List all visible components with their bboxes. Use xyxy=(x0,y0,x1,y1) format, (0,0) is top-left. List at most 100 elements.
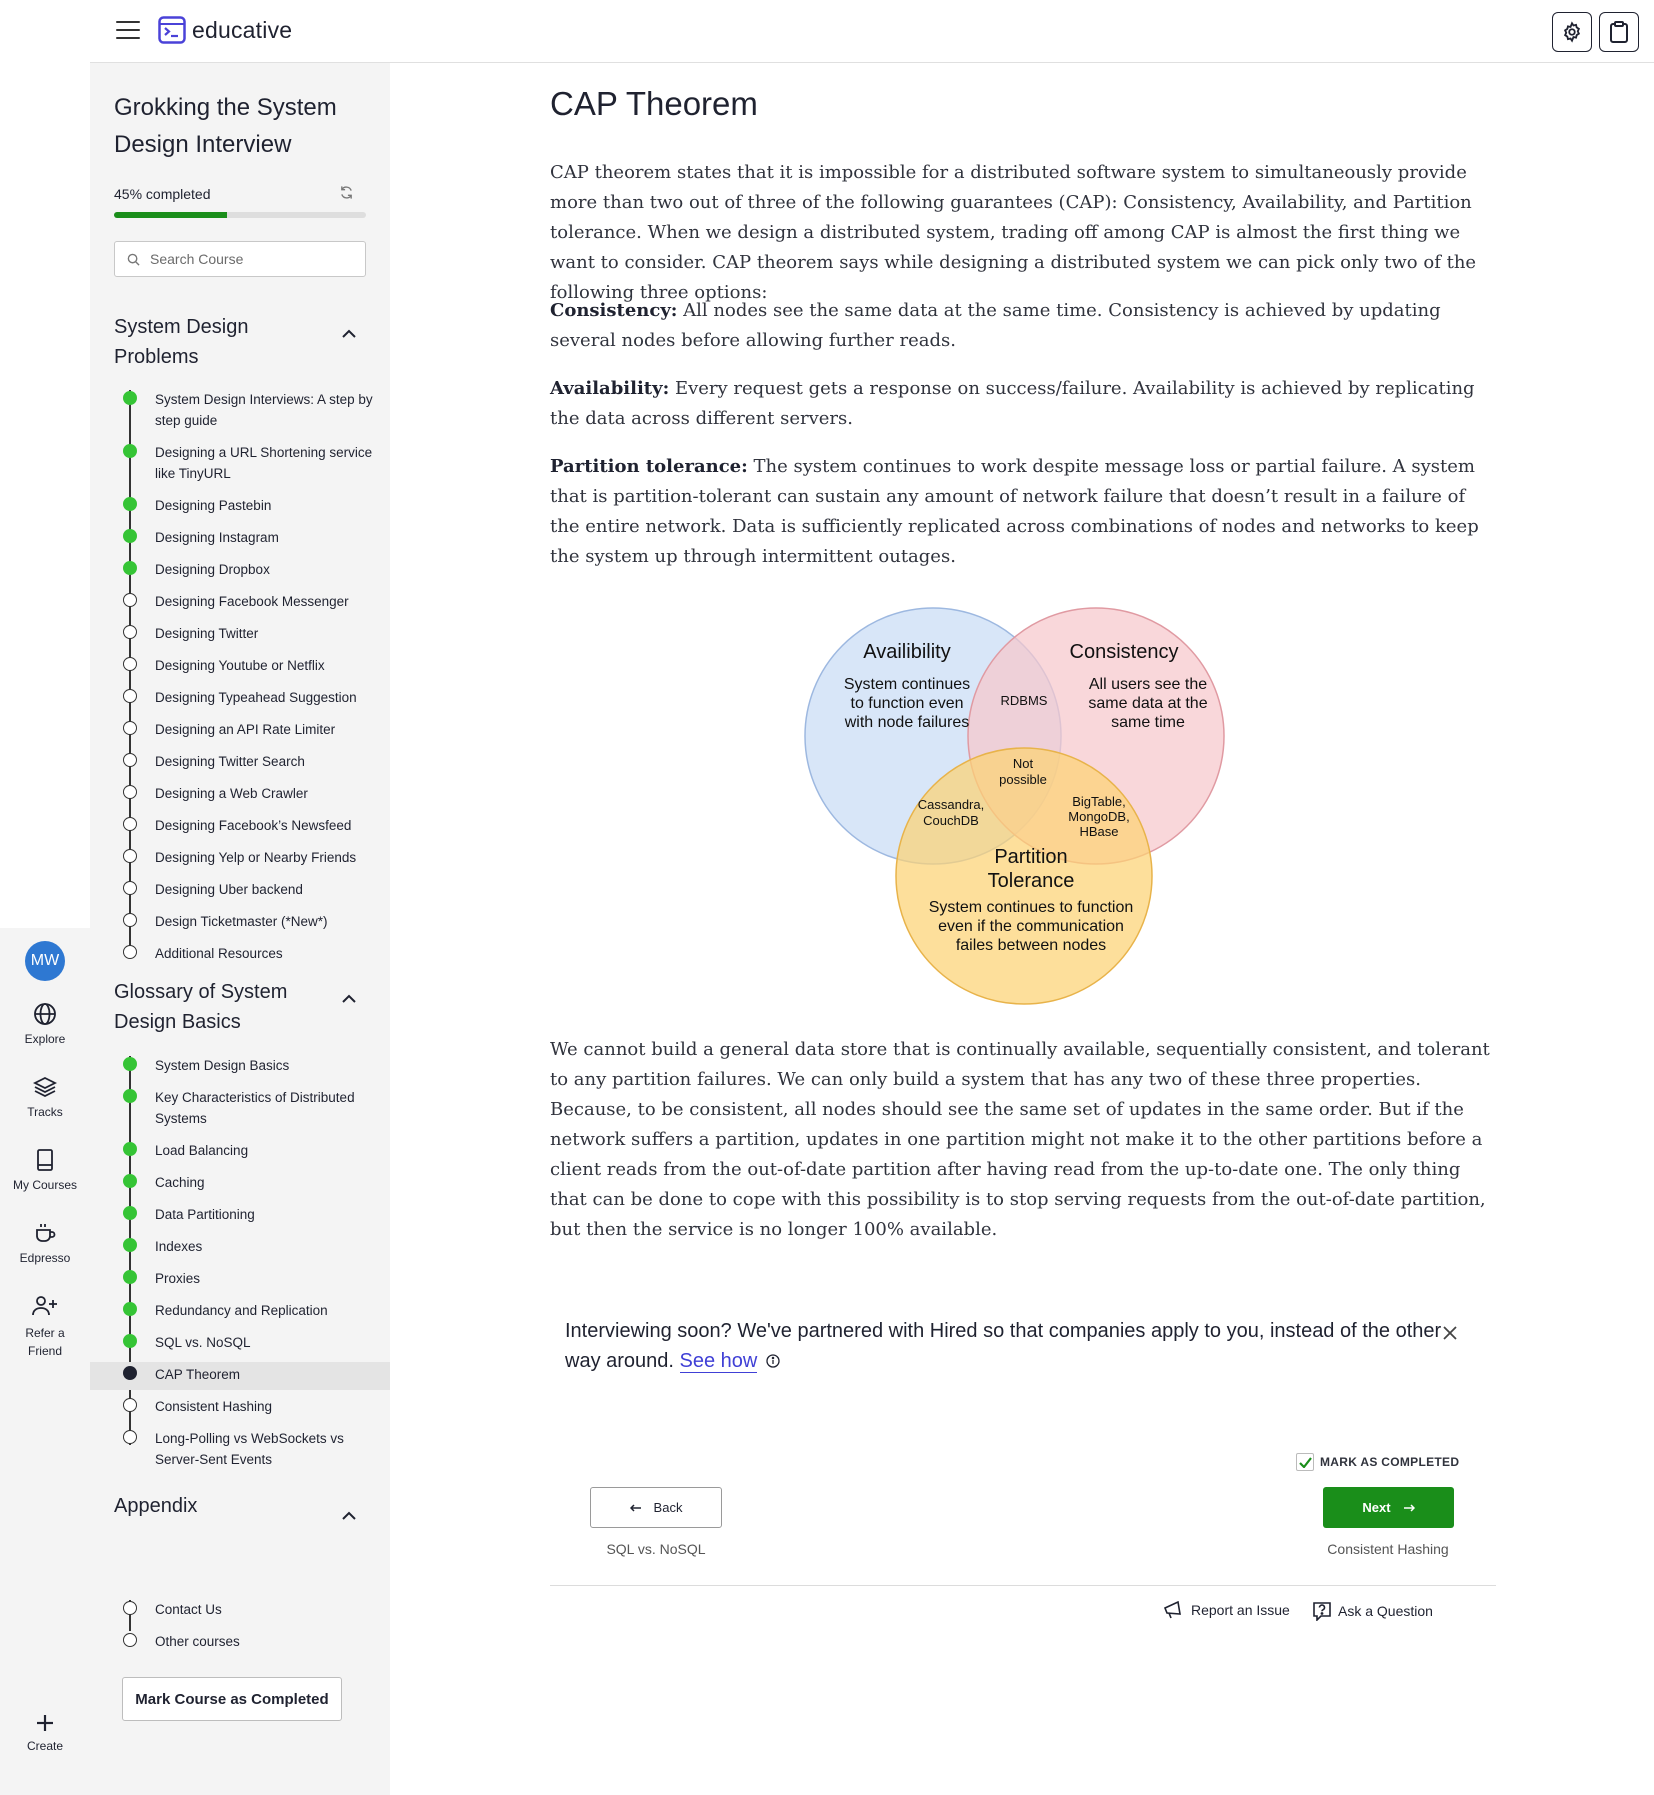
sidebar-lesson-item[interactable]: Designing Yelp or Nearby Friends xyxy=(90,845,390,873)
lesson-label: Designing Youtube or Netflix xyxy=(155,658,325,673)
avatar[interactable]: MW xyxy=(25,941,65,981)
sidebar-lesson-item[interactable]: Data Partitioning xyxy=(90,1202,390,1230)
ap-overlap-label: Cassandra, CouchDB xyxy=(918,797,984,828)
next-label: Next xyxy=(1362,1500,1391,1515)
incomplete-dot-icon xyxy=(123,1398,137,1412)
rail-item-refer-a-friend[interactable]: Refer a Friend xyxy=(0,1294,90,1360)
sidebar-lesson-item[interactable]: Designing Dropbox xyxy=(90,557,390,585)
rail-label: Explore xyxy=(24,1032,66,1046)
report-issue-label: Report an Issue xyxy=(1191,1602,1290,1618)
completed-dot-icon xyxy=(123,529,137,543)
lesson-label: Key Characteristics of Distributed Syste… xyxy=(155,1090,355,1126)
ask-question-link[interactable]: Ask a Question xyxy=(1312,1601,1433,1621)
lesson-label: Designing Pastebin xyxy=(155,498,272,513)
icon-rail: MW Explore Tracks My Courses Edpresso Re… xyxy=(0,928,90,1795)
lesson-label: Designing an API Rate Limiter xyxy=(155,722,336,737)
lesson-label: Long-Polling vs WebSockets vs Server-Sen… xyxy=(155,1431,344,1467)
lesson-label: Additional Resources xyxy=(155,946,283,961)
chevron-up-icon[interactable] xyxy=(342,1511,356,1520)
search-box[interactable] xyxy=(114,241,366,277)
section-title-appendix: Appendix xyxy=(114,1495,198,1517)
sidebar-lesson-item[interactable]: Other courses xyxy=(90,1629,390,1657)
sidebar-lesson-item[interactable]: Designing an API Rate Limiter xyxy=(90,717,390,745)
sidebar-lesson-item[interactable]: Designing Facebook’s Newsfeed xyxy=(90,813,390,841)
sidebar-lesson-item[interactable]: Caching xyxy=(90,1170,390,1198)
sidebar-lesson-item[interactable]: Redundancy and Replication xyxy=(90,1298,390,1326)
sidebar-lesson-item[interactable]: SQL vs. NoSQL xyxy=(90,1330,390,1358)
completed-dot-icon xyxy=(123,444,137,458)
refresh-icon[interactable] xyxy=(339,185,354,200)
notes-button[interactable] xyxy=(1599,12,1639,52)
plus-icon xyxy=(37,1715,53,1731)
progress-label: 45% completed xyxy=(114,186,211,202)
see-how-link[interactable]: See how xyxy=(679,1350,758,1373)
sidebar-lesson-item[interactable]: Proxies xyxy=(90,1266,390,1294)
info-icon[interactable] xyxy=(766,1354,780,1368)
section-title-system-design-problems: System Design Problems xyxy=(114,316,249,368)
lesson-label: Designing Facebook Messenger xyxy=(155,594,349,609)
clipboard-icon xyxy=(1610,21,1628,43)
term: Consistency: xyxy=(550,300,678,321)
sidebar-lesson-item[interactable]: Designing Pastebin xyxy=(90,493,390,521)
top-bar: educative xyxy=(90,0,1654,63)
sidebar-lesson-item[interactable]: Contact Us xyxy=(90,1597,390,1625)
sidebar-lesson-item[interactable]: System Design Interviews: A step by step… xyxy=(90,387,390,431)
next-button[interactable]: Next xyxy=(1323,1487,1454,1528)
sidebar-lesson-item[interactable]: Consistent Hashing xyxy=(90,1394,390,1422)
sidebar-lesson-item[interactable]: Designing Uber backend xyxy=(90,877,390,905)
completed-dot-icon xyxy=(123,497,137,511)
gear-icon xyxy=(1563,21,1581,43)
sidebar-lesson-item[interactable]: Additional Resources xyxy=(90,941,390,969)
close-icon[interactable] xyxy=(1442,1325,1458,1341)
ac-overlap-label: RDBMS xyxy=(1001,693,1048,708)
menu-icon[interactable] xyxy=(116,21,140,41)
sidebar-lesson-item[interactable]: Indexes xyxy=(90,1234,390,1262)
settings-button[interactable] xyxy=(1552,12,1592,52)
book-icon xyxy=(37,1149,53,1171)
sidebar-lesson-item[interactable]: System Design Basics xyxy=(90,1053,390,1081)
chevron-up-icon[interactable] xyxy=(342,329,356,338)
sidebar-lesson-item[interactable]: Designing Twitter Search xyxy=(90,749,390,777)
back-button[interactable]: Back xyxy=(590,1487,722,1528)
search-input[interactable] xyxy=(150,251,350,267)
sidebar-lesson-item[interactable]: Designing Instagram xyxy=(90,525,390,553)
educative-logo-icon xyxy=(158,16,186,44)
sidebar-lesson-item[interactable]: Designing Typeahead Suggestion xyxy=(90,685,390,713)
mark-as-completed-toggle[interactable]: MARK AS COMPLETED xyxy=(1296,1453,1459,1471)
sidebar-lesson-item[interactable]: Designing a Web Crawler xyxy=(90,781,390,809)
sidebar-lesson-item[interactable]: Design Ticketmaster (*New*) xyxy=(90,909,390,937)
sidebar-lesson-item[interactable]: Load Balancing xyxy=(90,1138,390,1166)
lesson-label: Designing Typeahead Suggestion xyxy=(155,690,357,705)
rail-label: Refer a Friend xyxy=(25,1326,65,1358)
completed-dot-icon xyxy=(123,1238,137,1252)
lesson-label: Designing Dropbox xyxy=(155,562,270,577)
term-text: All nodes see the same data at the same … xyxy=(550,300,1441,351)
course-title: Grokking the System Design Interview xyxy=(114,94,337,158)
sidebar-lesson-item[interactable]: Designing Youtube or Netflix xyxy=(90,653,390,681)
sidebar-lesson-item[interactable]: CAP Theorem xyxy=(90,1362,390,1390)
lesson-label: Designing Uber backend xyxy=(155,882,303,897)
availability-desc: System continues to function even with nod… xyxy=(844,676,970,731)
sidebar-lesson-item[interactable]: Long-Polling vs WebSockets vs Server-Sen… xyxy=(90,1426,390,1470)
sidebar-lesson-item[interactable]: Designing Facebook Messenger xyxy=(90,589,390,617)
rail-item-create[interactable]: Create xyxy=(0,1713,90,1753)
completed-dot-icon xyxy=(123,1334,137,1348)
rail-item-my-courses[interactable]: My Courses xyxy=(0,1148,90,1192)
sidebar-lesson-item[interactable]: Key Characteristics of Distributed Syste… xyxy=(90,1085,390,1129)
logo[interactable]: educative xyxy=(158,16,292,44)
rail-item-edpresso[interactable]: Edpresso xyxy=(0,1221,90,1265)
rail-item-tracks[interactable]: Tracks xyxy=(0,1075,90,1119)
coffee-icon xyxy=(36,1224,56,1242)
chevron-up-icon[interactable] xyxy=(342,994,356,1003)
sidebar-lesson-item[interactable]: Designing Twitter xyxy=(90,621,390,649)
rail-item-explore[interactable]: Explore xyxy=(0,1002,90,1046)
completed-dot-icon xyxy=(123,561,137,575)
report-issue-link[interactable]: Report an Issue xyxy=(1163,1601,1290,1619)
sidebar-lesson-item[interactable]: Designing a URL Shortening service like … xyxy=(90,440,390,484)
completed-dot-icon xyxy=(123,1302,137,1316)
question-icon xyxy=(1313,1602,1331,1621)
checkbox[interactable] xyxy=(1296,1453,1314,1471)
completed-dot-icon xyxy=(123,1142,137,1156)
rail-label: Create xyxy=(26,1739,64,1753)
mark-course-completed-button[interactable]: Mark Course as Completed xyxy=(122,1677,342,1721)
